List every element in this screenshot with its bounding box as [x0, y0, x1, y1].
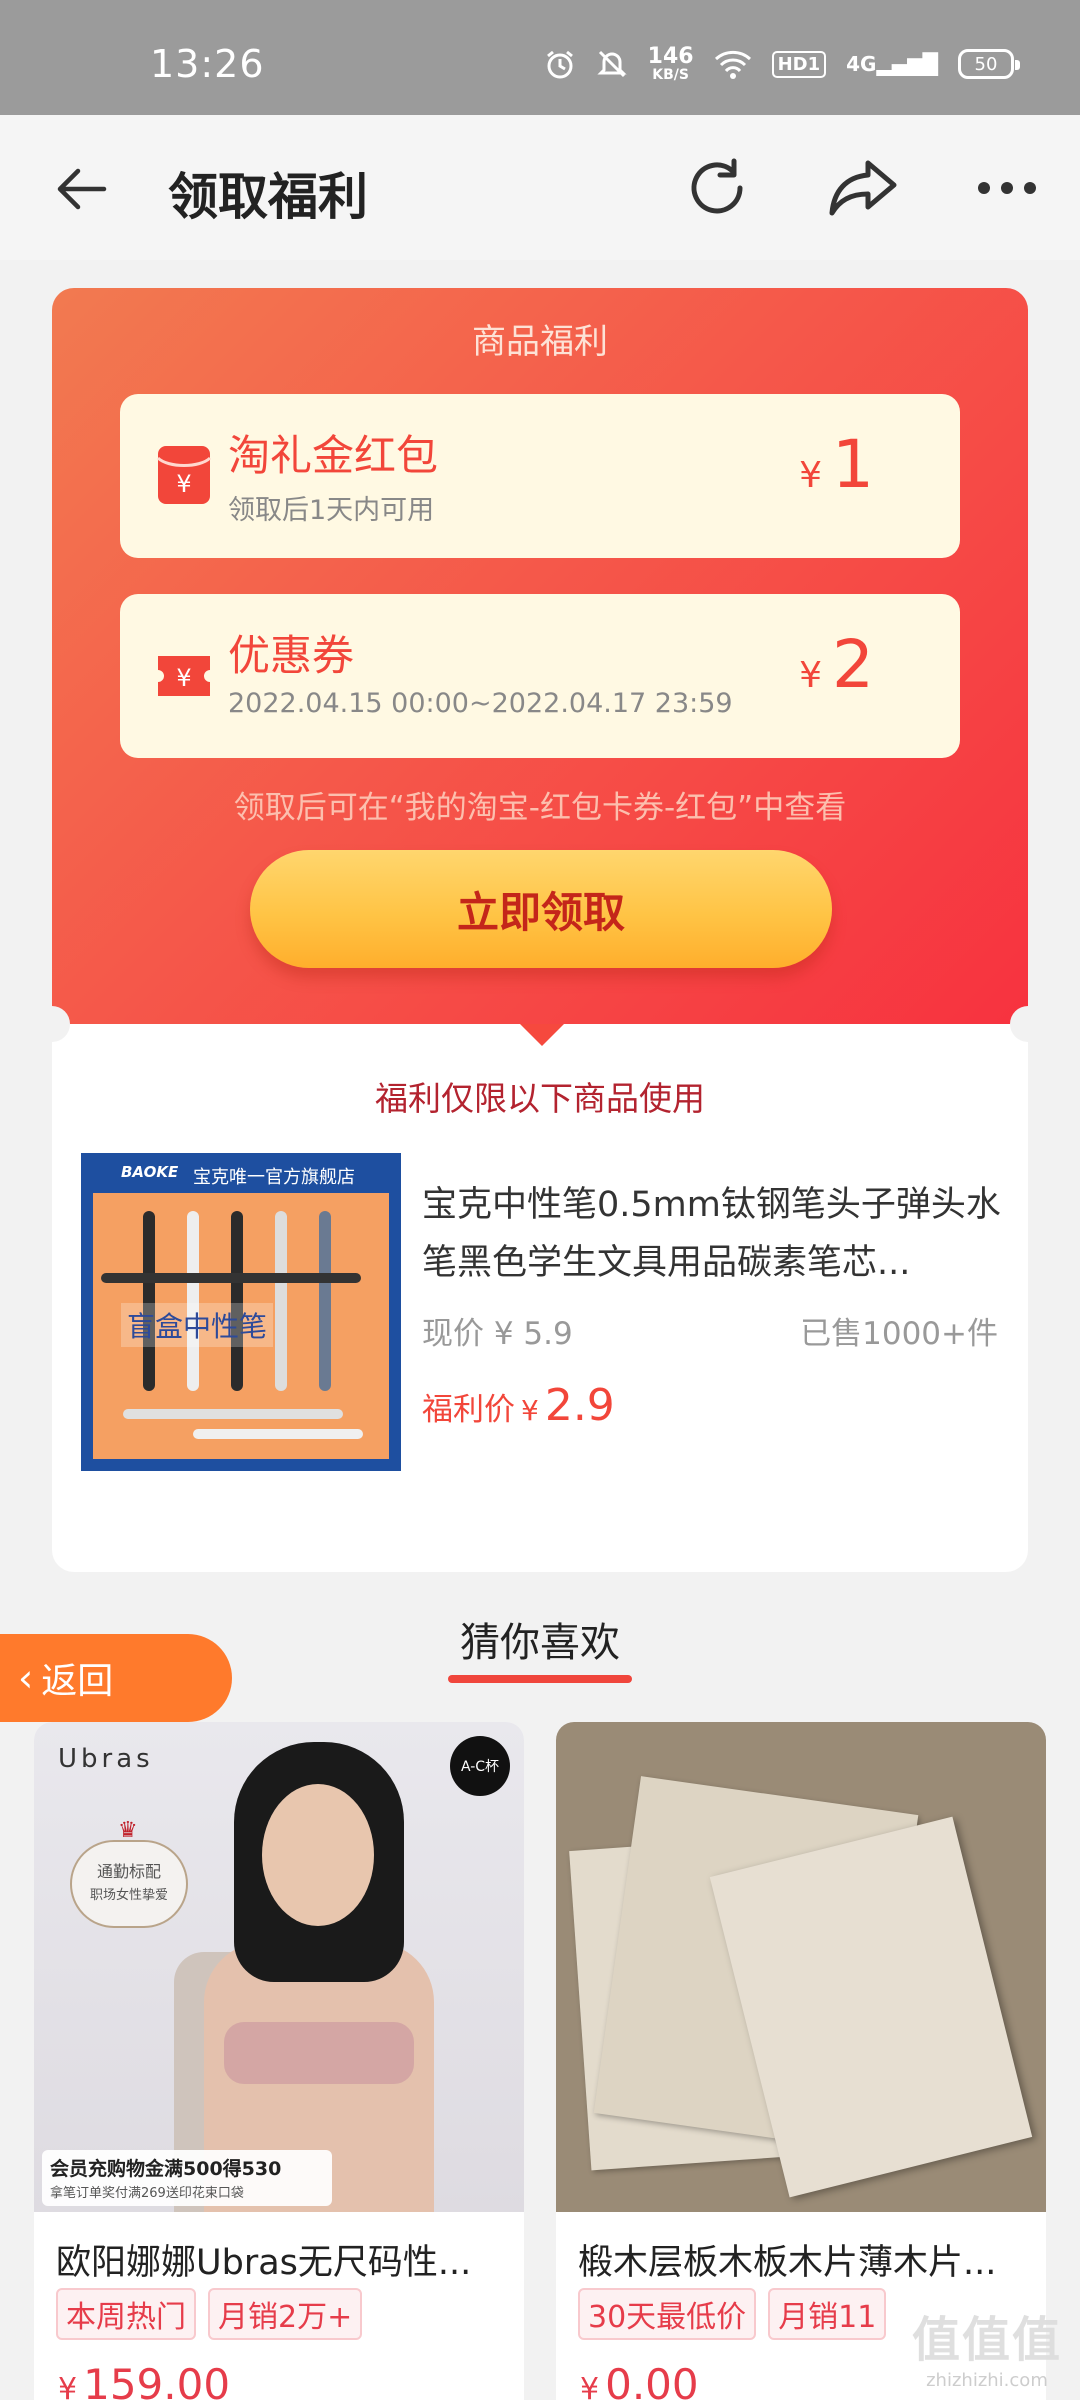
mute-icon — [597, 50, 627, 78]
feed-item-image: Ubras A-C杯 ♛ 通勤标配 职场女性挚爱 会员充购物金满500得530 拿… — [34, 1722, 524, 2212]
model-garment — [224, 2022, 414, 2084]
pen-graphic — [231, 1211, 243, 1391]
tag: 月销11 — [768, 2288, 887, 2340]
card-notch-right — [1010, 1006, 1046, 1042]
product-image-store: 宝克唯一官方旗舰店 — [193, 1167, 355, 1188]
signal-icon: 4G▂▄▆█ — [846, 52, 938, 76]
benefit-subtext: 2022.04.15 00:00~2022.04.17 23:59 — [228, 688, 733, 719]
share-icon[interactable] — [826, 153, 900, 223]
ubras-logo: Ubras — [58, 1744, 154, 1774]
refresh-icon[interactable] — [682, 153, 752, 223]
feed-item-title: 椴木层板木板木片薄木片... — [578, 2243, 997, 2283]
current-price: 现价 ¥ 5.9 — [422, 1316, 573, 1352]
feed-item[interactable]: Ubras A-C杯 ♛ 通勤标配 职场女性挚爱 会员充购物金满500得530 拿… — [34, 1722, 524, 2400]
product-image-tag: 盲盒中性笔 — [121, 1303, 274, 1347]
tag: 30天最低价 — [578, 2288, 757, 2340]
pen-graphic — [275, 1211, 287, 1391]
return-label: 返回 — [41, 1661, 114, 1702]
status-bar: 13:26 146 KB/S HD1 4G▂▄▆█ 50 — [0, 0, 1080, 115]
product-image-brand: BAOKE — [121, 1163, 179, 1181]
back-arrow-icon[interactable] — [52, 159, 112, 219]
welfare-note: 领取后可在“我的淘宝-红包卡券-红包”中查看 — [233, 790, 847, 826]
hd-badge: HD1 — [771, 50, 827, 78]
net-speed: 146 KB/S — [647, 44, 694, 83]
more-icon[interactable] — [976, 173, 1038, 203]
red-envelope-icon: ¥ — [156, 446, 212, 504]
return-button[interactable]: ‹ 返回 — [0, 1634, 232, 1722]
benefit-coupon[interactable]: ¥ 优惠券 2022.04.15 00:00~2022.04.17 23:59 … — [120, 594, 960, 758]
tag: 月销2万+ — [208, 2288, 363, 2340]
watermark: 值值值 zhizhizhi.com — [911, 2312, 1062, 2391]
alarm-icon — [546, 50, 573, 79]
benefit-red-envelope[interactable]: ¥ 淘礼金红包 领取后1天内可用 ¥1 — [120, 394, 960, 558]
benefit-name: 优惠券 — [228, 631, 355, 680]
battery-icon: 50 — [958, 49, 1020, 79]
restrict-text: 福利仅限以下商品使用 — [375, 1079, 705, 1118]
svg-text:¥: ¥ — [176, 664, 191, 692]
status-icons: 146 KB/S HD1 4G▂▄▆█ 50 — [544, 44, 1020, 83]
pointer-arrow — [520, 1024, 564, 1046]
feed-item-tags: 30天最低价 月销11 — [578, 2288, 887, 2340]
card-notch-left — [34, 1006, 70, 1042]
nav-bar: 领取福利 — [0, 115, 1080, 260]
welfare-price: 福利价 ¥2.9 — [422, 1380, 615, 1431]
benefit-subtext: 领取后1天内可用 — [228, 495, 435, 526]
model-face — [262, 1784, 374, 1926]
claim-button[interactable]: 立即领取 — [250, 850, 832, 968]
feed-item-price: ¥159.00 — [58, 2360, 231, 2400]
promo-banner: 会员充购物金满500得530 拿笔订单奖付满269送印花束口袋 — [42, 2150, 332, 2206]
feed-item[interactable]: 椴木层板木板木片薄木片... 30天最低价 月销11 ¥0.00 — [556, 1722, 1046, 2400]
coupon-icon: ¥ — [158, 656, 210, 696]
page-title: 领取福利 — [168, 168, 368, 226]
pen-graphic — [101, 1273, 361, 1283]
benefit-amount: ¥2 — [799, 626, 874, 703]
pen-graphic — [319, 1211, 331, 1391]
product-image[interactable]: BAOKE 宝克唯一官方旗舰店 盲盒中性笔 — [81, 1153, 401, 1471]
product-title[interactable]: 宝克中性笔0.5mm钛钢笔头子弹头水笔黑色学生文具用品碳素笔芯... — [422, 1176, 1002, 1292]
feed-item-price: ¥0.00 — [580, 2360, 699, 2400]
pen-graphic — [193, 1429, 363, 1439]
pen-graphic — [143, 1211, 155, 1391]
feed-item-image — [556, 1722, 1046, 2212]
welfare-card: 商品福利 ¥ 淘礼金红包 领取后1天内可用 ¥1 ¥ 优惠券 2022.04.1… — [52, 288, 1028, 1024]
chevron-left-icon: ‹ — [18, 1656, 34, 1700]
commute-badge: 通勤标配 职场女性挚爱 — [70, 1840, 188, 1928]
welfare-title: 商品福利 — [472, 322, 608, 362]
wifi-icon — [714, 50, 751, 79]
product-card: 福利仅限以下商品使用 BAOKE 宝克唯一官方旗舰店 盲盒中性笔 宝克中性笔0.… — [34, 1006, 1046, 1572]
pen-graphic — [123, 1409, 343, 1419]
svg-text:¥: ¥ — [176, 470, 191, 498]
benefit-name: 淘礼金红包 — [228, 431, 439, 480]
guess-underline — [448, 1675, 632, 1683]
feed-item-tags: 本周热门 月销2万+ — [56, 2288, 363, 2340]
sold-count: 已售1000+件 — [800, 1316, 998, 1352]
feed-item-title: 欧阳娜娜Ubras无尺码性... — [56, 2243, 472, 2283]
status-time: 13:26 — [150, 42, 265, 86]
pen-graphic — [187, 1211, 199, 1391]
tag: 本周热门 — [56, 2288, 196, 2340]
cup-badge: A-C杯 — [450, 1736, 510, 1796]
benefit-amount: ¥1 — [799, 426, 874, 503]
